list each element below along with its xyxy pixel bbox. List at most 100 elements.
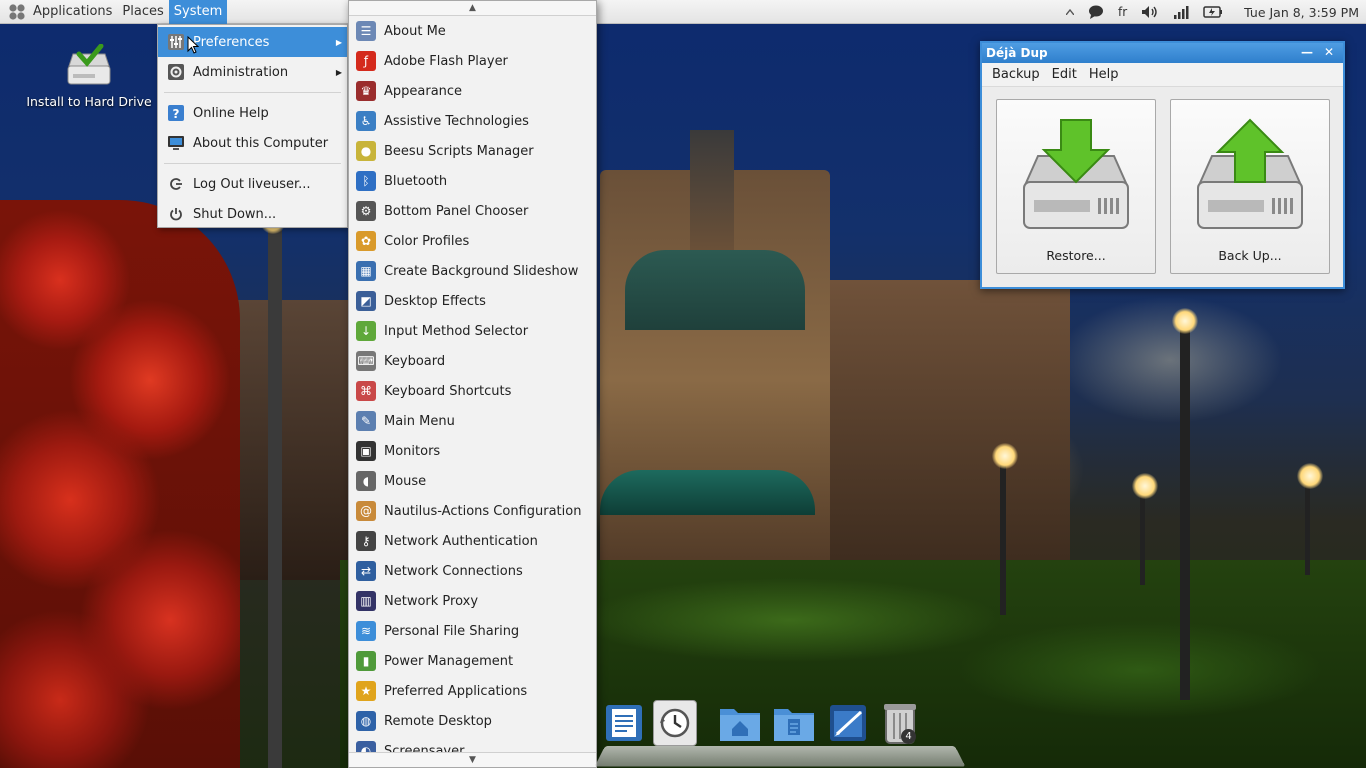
file-sharing-icon: ≋ — [356, 621, 376, 641]
menu-backup[interactable]: Backup — [986, 67, 1046, 82]
desktop-icon-install[interactable]: Install to Hard Drive — [24, 43, 154, 109]
signal-icon[interactable] — [1173, 5, 1189, 19]
minimize-button[interactable]: — — [1297, 43, 1317, 63]
pref-item-network-authentication[interactable]: ⚷ Network Authentication — [349, 526, 596, 556]
menu-item-online-help[interactable]: ? Online Help — [158, 98, 347, 128]
pref-item-bluetooth[interactable]: ᛒ Bluetooth — [349, 166, 596, 196]
menu-item-label: Administration — [193, 64, 289, 80]
backup-button-label: Back Up... — [1218, 248, 1282, 263]
accessibility-icon: ♿ — [356, 111, 376, 131]
dock-item-text-editor[interactable] — [826, 700, 870, 746]
pref-item-assistive-technologies[interactable]: ♿ Assistive Technologies — [349, 106, 596, 136]
main-menu-icon: ✎ — [356, 411, 376, 431]
dock-item-home-folder[interactable] — [718, 700, 762, 746]
wallpaper-poinsettia — [0, 200, 240, 768]
pref-item-network-proxy[interactable]: ▥ Network Proxy — [349, 586, 596, 616]
scroll-up-arrow-icon[interactable]: ▲ — [349, 1, 596, 16]
menu-item-about-computer[interactable]: About this Computer — [158, 128, 347, 158]
network-connections-icon: ⇄ — [356, 561, 376, 581]
pref-item-nautilus-actions-configuration[interactable]: @ Nautilus-Actions Configuration — [349, 496, 596, 526]
restore-icon — [1023, 119, 1129, 229]
pref-item-monitors[interactable]: ▣ Monitors — [349, 436, 596, 466]
menu-item-administration[interactable]: Administration ▶ — [158, 57, 347, 87]
pref-item-input-method-selector[interactable]: ↓ Input Method Selector — [349, 316, 596, 346]
pref-item-label: Beesu Scripts Manager — [384, 143, 534, 159]
text-editor-icon — [830, 705, 866, 741]
wallpaper-lamp-post — [260, 208, 286, 768]
dock-item-time-machine[interactable] — [653, 700, 697, 746]
install-drive-icon — [63, 43, 115, 88]
pref-item-bottom-panel-chooser[interactable]: ⚙ Bottom Panel Chooser — [349, 196, 596, 226]
monitors-icon: ▣ — [356, 441, 376, 461]
wallpaper-tower — [690, 130, 734, 250]
computer-icon — [166, 133, 186, 153]
pref-item-about-me[interactable]: ☰ About Me — [349, 16, 596, 46]
dock-shelf — [594, 745, 966, 767]
menu-item-log-out[interactable]: Log Out liveuser... — [158, 169, 347, 199]
pref-item-label: Nautilus-Actions Configuration — [384, 503, 582, 519]
pref-item-network-connections[interactable]: ⇄ Network Connections — [349, 556, 596, 586]
volume-icon[interactable] — [1141, 5, 1159, 19]
pref-item-label: Monitors — [384, 443, 441, 459]
window-titlebar[interactable]: Déjà Dup — ✕ — [982, 43, 1343, 63]
wallpaper-awning — [600, 470, 815, 515]
chat-icon[interactable] — [1088, 5, 1104, 19]
dock-item-documents-folder[interactable] — [772, 700, 816, 746]
backup-button[interactable]: Back Up... — [1170, 99, 1330, 274]
distributor-logo-icon[interactable] — [6, 1, 28, 23]
battery-icon[interactable] — [1203, 5, 1223, 19]
menu-separator — [164, 92, 341, 93]
bluetooth-icon: ᛒ — [356, 171, 376, 191]
pref-item-screensaver[interactable]: ◐ Screensaver — [349, 736, 596, 753]
system-menu-button[interactable]: System — [168, 0, 228, 24]
clock[interactable]: Tue Jan 8, 3:59 PM — [1244, 5, 1359, 20]
system-dropdown-menu: Preferences ▶ Administration ▶ ? Online … — [157, 24, 348, 228]
pref-item-label: Keyboard Shortcuts — [384, 383, 512, 399]
scroll-down-arrow-icon[interactable]: ▼ — [349, 752, 596, 767]
pref-item-power-management[interactable]: ▮ Power Management — [349, 646, 596, 676]
menu-item-shut-down[interactable]: Shut Down... — [158, 199, 347, 229]
nautilus-actions-icon: @ — [356, 501, 376, 521]
pref-item-beesu-scripts-manager[interactable]: ● Beesu Scripts Manager — [349, 136, 596, 166]
keyboard-layout-indicator[interactable]: fr — [1118, 5, 1127, 19]
pref-item-create-background-slideshow[interactable]: ▦ Create Background Slideshow — [349, 256, 596, 286]
pref-item-preferred-applications[interactable]: ★ Preferred Applications — [349, 676, 596, 706]
menu-help[interactable]: Help — [1083, 67, 1125, 82]
dock-item-trash[interactable]: 4 — [878, 700, 922, 746]
beesu-icon: ● — [356, 141, 376, 161]
pref-item-main-menu[interactable]: ✎ Main Menu — [349, 406, 596, 436]
close-button[interactable]: ✕ — [1319, 43, 1339, 63]
pref-item-appearance[interactable]: ♛ Appearance — [349, 76, 596, 106]
backup-icon — [1197, 118, 1303, 229]
documents-folder-icon — [774, 709, 814, 741]
menu-edit[interactable]: Edit — [1046, 67, 1083, 82]
pref-item-keyboard[interactable]: ⌨ Keyboard — [349, 346, 596, 376]
help-icon: ? — [166, 103, 186, 123]
pref-item-desktop-effects[interactable]: ◩ Desktop Effects — [349, 286, 596, 316]
preferences-submenu: ▲ ☰ About Me ƒ Adobe Flash Player ♛ Appearanc… — [348, 0, 597, 768]
menu-item-label: Log Out liveuser... — [193, 176, 311, 192]
deja-dup-window: Déjà Dup — ✕ Backup Edit Help Restore... — [980, 41, 1345, 289]
pref-item-color-profiles[interactable]: ✿ Color Profiles — [349, 226, 596, 256]
pref-item-personal-file-sharing[interactable]: ≋ Personal File Sharing — [349, 616, 596, 646]
keyboard-shortcuts-icon: ⌘ — [356, 381, 376, 401]
administration-icon — [166, 62, 186, 82]
pref-item-keyboard-shortcuts[interactable]: ⌘ Keyboard Shortcuts — [349, 376, 596, 406]
panel-chooser-icon: ⚙ — [356, 201, 376, 221]
pref-item-label: Color Profiles — [384, 233, 470, 249]
system-tray: fr Tue Jan 8, 3:59 PM — [1059, 0, 1366, 24]
preferences-icon — [166, 32, 186, 52]
appearance-icon: ♛ — [356, 81, 376, 101]
pref-item-remote-desktop[interactable]: ◍ Remote Desktop — [349, 706, 596, 736]
input-method-icon: ↓ — [356, 321, 376, 341]
pref-item-label: Network Authentication — [384, 533, 538, 549]
pref-item-label: Bluetooth — [384, 173, 448, 189]
desktop-effects-icon: ◩ — [356, 291, 376, 311]
chevron-up-icon[interactable] — [1065, 9, 1074, 15]
pref-item-adobe-flash-player[interactable]: ƒ Adobe Flash Player — [349, 46, 596, 76]
pref-item-mouse[interactable]: ◖ Mouse — [349, 466, 596, 496]
dock-item-document-viewer[interactable] — [602, 700, 646, 746]
restore-button[interactable]: Restore... — [996, 99, 1156, 274]
applications-menu[interactable]: Applications — [28, 0, 117, 24]
places-menu[interactable]: Places — [117, 0, 168, 24]
